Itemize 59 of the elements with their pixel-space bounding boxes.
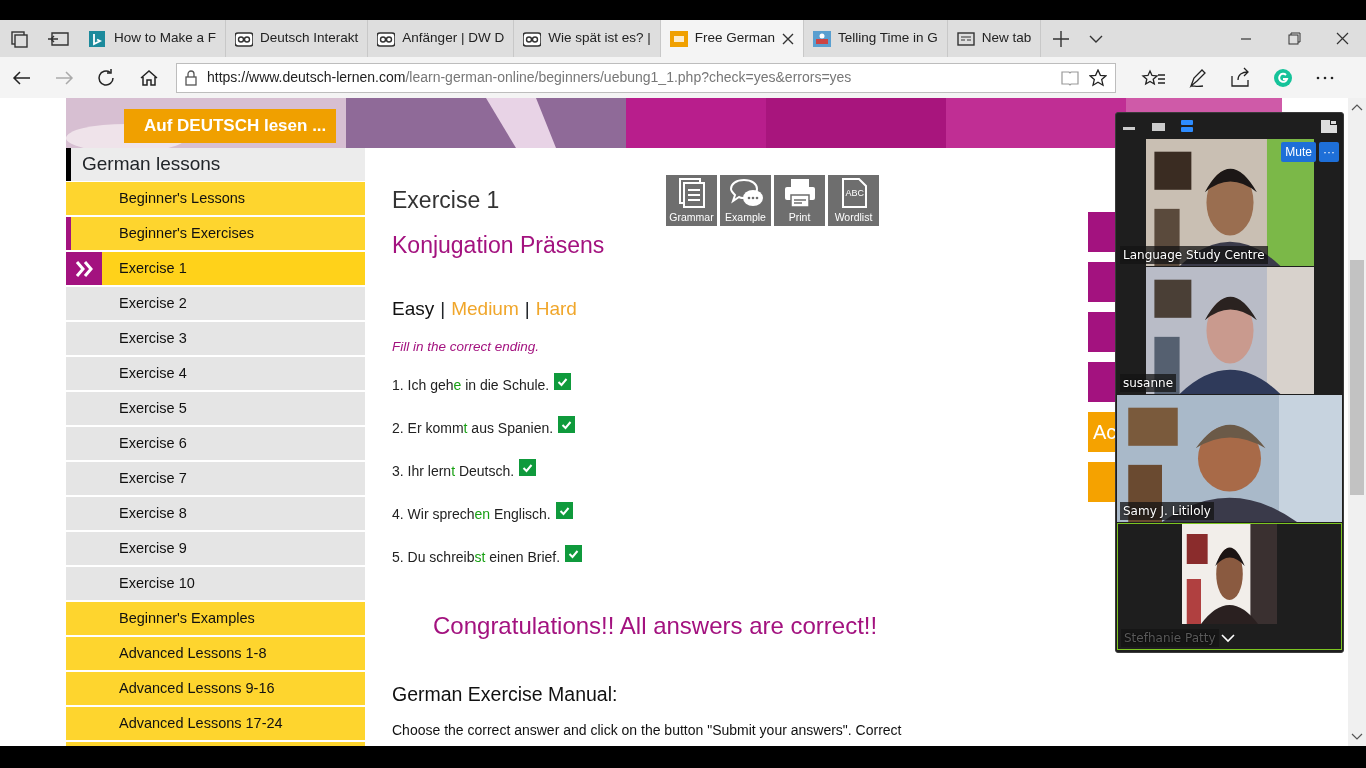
browser-tab[interactable]: Free German	[660, 20, 804, 57]
site-icon	[669, 30, 688, 47]
sidebar-item[interactable]: Exercise 10	[66, 566, 365, 600]
sidebar-item[interactable]: Exercise 8	[66, 496, 365, 530]
sidebar-item[interactable]: Exercise 6	[66, 426, 365, 460]
sentence: 1. Ich gehe in die Schule.	[392, 375, 550, 395]
site-icon	[523, 30, 542, 47]
instruction: Fill in the correct ending.	[392, 337, 541, 356]
chevron-down-icon[interactable]	[1221, 634, 1235, 643]
sidebar-heading: German lessons	[66, 148, 365, 181]
exercise-title: Exercise 1	[392, 186, 501, 215]
sidebar-item[interactable]: Exercise 9	[66, 531, 365, 565]
site-icon	[812, 30, 831, 47]
grammar-button[interactable]: Grammar	[666, 175, 717, 226]
address-bar[interactable]: https://www.deutsch-lernen.com/learn-german-online/beginners/uebung1_1.php?check=yes&errors=yes	[176, 62, 1116, 93]
site-icon	[89, 30, 107, 47]
sidebar-item[interactable]: Exercise 1	[66, 251, 365, 285]
participant-name: Language Study Centre	[1120, 246, 1268, 264]
manual-heading: German Exercise Manual:	[392, 681, 619, 707]
popout-icon[interactable]	[1321, 119, 1337, 133]
site-icon	[235, 30, 254, 47]
scrollbar-thumb[interactable]	[1350, 260, 1364, 495]
sentence: 4. Wir sprechen Englisch.	[392, 504, 551, 524]
sidebar-item[interactable]: Advanced Lessons 1-8	[66, 636, 365, 670]
site-icon	[377, 30, 396, 47]
lock-icon	[185, 69, 197, 86]
sidebar-item[interactable]: Exercise 2	[66, 286, 365, 320]
separator: |	[524, 297, 530, 321]
exercise-subtitle: Konjugation Präsens	[392, 230, 606, 260]
double-chevron-icon	[74, 260, 94, 278]
abc-label: ABC	[845, 189, 864, 198]
sidebar-item[interactable]: Beginner's Exercises	[66, 216, 365, 250]
sidebar-item[interactable]: Beginner's Examples	[66, 601, 365, 635]
participant-name: Stefhanie Patty	[1121, 629, 1219, 647]
wordlist-button[interactable]: ABC Wordlist	[828, 175, 879, 226]
more-button[interactable]: ···	[1319, 142, 1339, 162]
participant-name: Samy J. Litiloly	[1120, 502, 1214, 520]
sentence: 2. Er kommt aus Spanien.	[392, 418, 554, 438]
sentence: 5. Du schreibst einen Brief.	[392, 547, 561, 567]
sentence: 3. Ihr lernt Deutsch.	[392, 461, 515, 481]
separator: |	[440, 297, 446, 321]
sidebar-item[interactable]: Exercise 3	[66, 321, 365, 355]
sidebar-item[interactable]: Exercise 7	[66, 461, 365, 495]
close-icon[interactable]	[781, 32, 794, 45]
sidebar-item[interactable]: Advanced Lessons 9-16	[66, 671, 365, 705]
mute-button[interactable]: Mute	[1281, 142, 1316, 162]
example-button[interactable]: Example	[720, 175, 771, 226]
url-text: https://www.deutsch-lernen.com/learn-german-online/beginners/uebung1_1.php?check=yes&errors=yes	[207, 68, 853, 87]
print-button[interactable]: Print	[774, 175, 825, 226]
sidebar-item[interactable]: Exercise 5	[66, 391, 365, 425]
difficulty-tab[interactable]: Easy	[392, 295, 435, 324]
manual-text: Choose the correct answer and click on the button "Submit your answers". Correct	[392, 721, 903, 740]
site-icon	[956, 30, 975, 47]
star-icon[interactable]	[1089, 68, 1107, 87]
participant-name: susanne	[1120, 374, 1177, 392]
sidebar-item[interactable]: Beginner's Lessons	[66, 181, 365, 215]
sidebar-item[interactable]: Exercise 4	[66, 356, 365, 390]
result-message: Congratulations!! All answers are correct!!	[433, 610, 879, 641]
sidebar-item[interactable]: Advanced Lessons 17-24	[66, 706, 365, 740]
